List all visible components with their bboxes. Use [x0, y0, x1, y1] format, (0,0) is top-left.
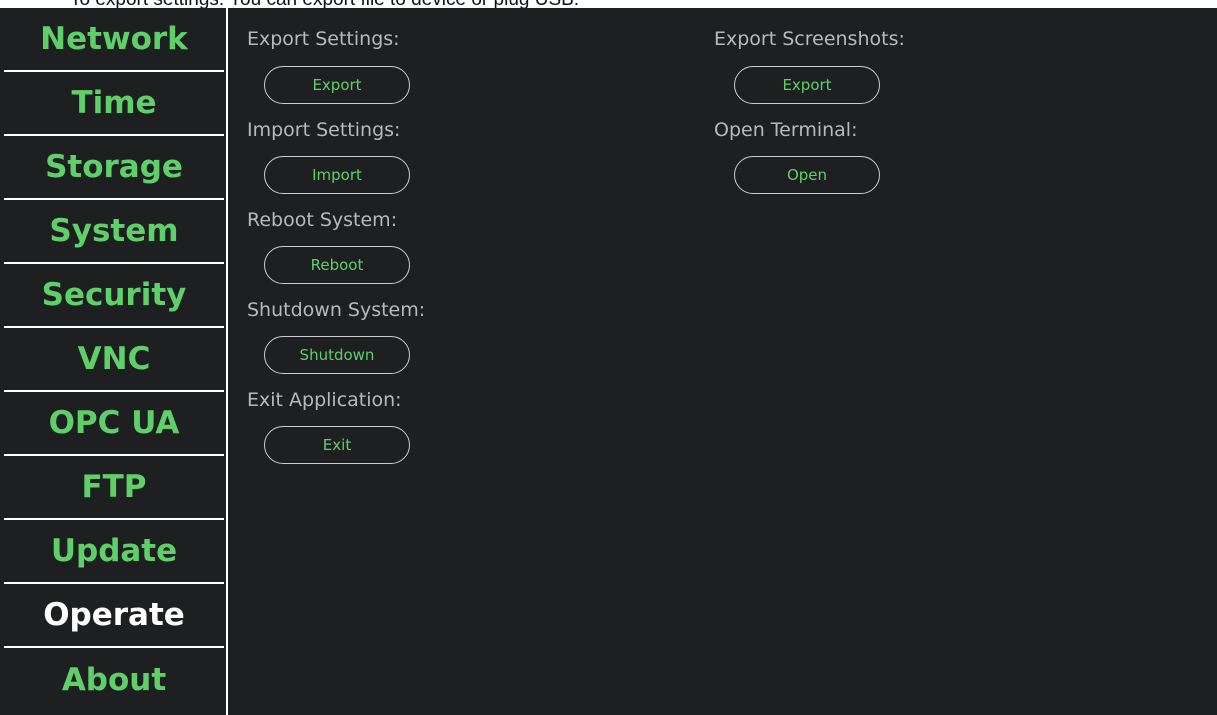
export-settings-button[interactable]: Export	[264, 66, 410, 104]
sidebar-item-time[interactable]: Time	[4, 72, 224, 136]
open-terminal-button[interactable]: Open	[734, 156, 880, 194]
shutdown-system-label: Shutdown System:	[247, 299, 426, 321]
sidebar-item-vnc[interactable]: VNC	[4, 328, 224, 392]
sidebar-item-storage[interactable]: Storage	[4, 136, 224, 200]
sidebar-item-system[interactable]: System	[4, 200, 224, 264]
export-settings-label: Export Settings:	[247, 28, 400, 50]
sidebar-item-network[interactable]: Network	[4, 8, 224, 72]
sidebar: Network Time Storage System Security VNC…	[0, 8, 228, 715]
settings-window: Network Time Storage System Security VNC…	[0, 8, 1217, 715]
exit-button[interactable]: Exit	[264, 426, 410, 464]
sidebar-item-ftp[interactable]: FTP	[4, 456, 224, 520]
open-terminal-label: Open Terminal:	[714, 119, 858, 141]
operate-panel: Export Settings: Export Import Settings:…	[228, 8, 1217, 715]
sidebar-item-about[interactable]: About	[4, 648, 224, 712]
sidebar-item-operate[interactable]: Operate	[4, 584, 224, 648]
import-settings-button[interactable]: Import	[264, 156, 410, 194]
sidebar-item-opc-ua[interactable]: OPC UA	[4, 392, 224, 456]
sidebar-item-security[interactable]: Security	[4, 264, 224, 328]
reboot-button[interactable]: Reboot	[264, 246, 410, 284]
import-settings-label: Import Settings:	[247, 119, 401, 141]
exit-application-label: Exit Application:	[247, 389, 402, 411]
export-screenshots-button[interactable]: Export	[734, 66, 880, 104]
shutdown-button[interactable]: Shutdown	[264, 336, 410, 374]
top-hint-banner: To export settings: You can export file …	[0, 0, 1217, 8]
export-screenshots-label: Export Screenshots:	[714, 28, 905, 50]
banner-text: To export settings: You can export file …	[70, 0, 579, 8]
reboot-system-label: Reboot System:	[247, 209, 398, 231]
sidebar-item-update[interactable]: Update	[4, 520, 224, 584]
